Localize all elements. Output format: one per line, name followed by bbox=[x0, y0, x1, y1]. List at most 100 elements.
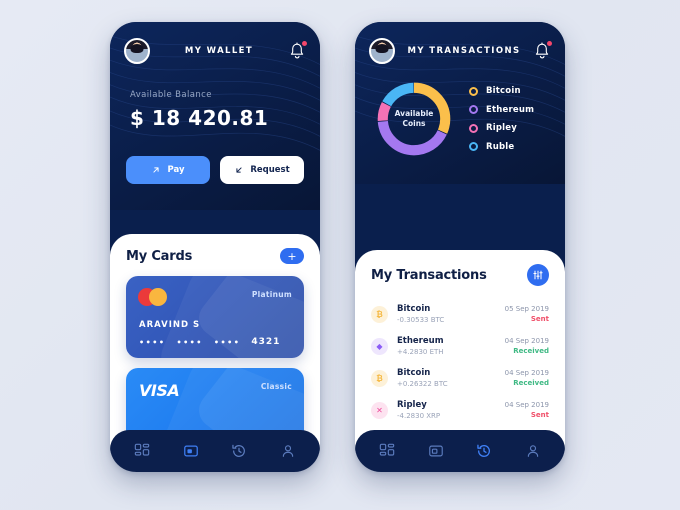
transaction-status: Sent bbox=[530, 411, 549, 419]
wallet-top-bar: MY WALLET bbox=[110, 22, 320, 68]
transactions-top-bar: MY TRANSACTIONS bbox=[355, 22, 565, 68]
history-icon bbox=[477, 444, 491, 457]
transaction-meta: 04 Sep 2019 Received bbox=[505, 337, 549, 355]
legend-item-ripley[interactable]: Ripley bbox=[469, 123, 534, 133]
legend-dot-bitcoin bbox=[469, 86, 478, 96]
arrow-up-right-icon bbox=[153, 167, 160, 173]
transaction-status: Received bbox=[513, 347, 549, 355]
request-button-label: Request bbox=[250, 165, 290, 175]
legend-label: Ethereum bbox=[486, 104, 535, 115]
card-icon bbox=[183, 445, 198, 457]
legend-item-ethereum[interactable]: Ethereum bbox=[469, 105, 534, 115]
my-cards-header: My Cards + bbox=[126, 248, 304, 264]
legend-dot-ripley bbox=[469, 123, 478, 133]
available-coins-chart: Available Coins Bitcoin Ethereum Ripley Rub… bbox=[355, 68, 565, 184]
transaction-row[interactable]: ◆ Ethereum +4.2830 ETH 04 Sep 2019 Received bbox=[371, 330, 549, 362]
my-cards-title: My Cards bbox=[126, 248, 193, 264]
avatar[interactable] bbox=[124, 38, 150, 64]
transaction-date: 04 Sep 2019 bbox=[504, 401, 549, 409]
transaction-amount: +0.26322 BTC bbox=[397, 380, 448, 388]
chart-legend: Bitcoin Ethereum Ripley Ruble bbox=[469, 86, 534, 152]
coin-icon-bitcoin: ₿ bbox=[371, 369, 388, 387]
card-dots-2: •••• bbox=[176, 337, 203, 347]
card-icon bbox=[428, 445, 443, 457]
card-number: •••• •••• •••• 4321 bbox=[139, 337, 280, 347]
nav-qr-grid[interactable] bbox=[129, 438, 155, 464]
donut-chart: Available Coins bbox=[373, 78, 455, 160]
bottom-nav-transactions bbox=[355, 430, 565, 472]
balance-label: Available Balance bbox=[130, 90, 212, 100]
phone-wallet: MY WALLET Available Balance $ 18 420.81 bbox=[110, 22, 320, 472]
transaction-coin: Bitcoin bbox=[397, 368, 431, 378]
donut-center-line2: Coins bbox=[402, 119, 426, 128]
transaction-info: Ripley -4.2830 XRP bbox=[397, 400, 496, 420]
transaction-meta: 04 Sep 2019 Received bbox=[505, 369, 549, 387]
card-mastercard[interactable]: Platinum ARAVIND S •••• •••• •••• 4321 bbox=[126, 276, 304, 358]
pay-button[interactable]: Pay bbox=[126, 156, 210, 184]
transaction-meta: 05 Sep 2019 Sent bbox=[505, 305, 549, 323]
card-tier-label: Classic bbox=[260, 382, 292, 391]
notification-badge-dot bbox=[302, 41, 307, 46]
coin-icon-ripley: ✕ bbox=[371, 401, 388, 419]
donut-center-line1: Available bbox=[394, 108, 434, 118]
qr-grid-icon bbox=[135, 443, 150, 456]
nav-profile[interactable] bbox=[275, 438, 301, 464]
profile-icon bbox=[282, 445, 293, 457]
card-tier-label: Platinum bbox=[251, 290, 292, 299]
legend-label: Ripley bbox=[486, 123, 517, 134]
legend-item-bitcoin[interactable]: Bitcoin bbox=[469, 86, 534, 96]
transaction-amount: +4.2830 ETH bbox=[397, 348, 444, 356]
donut-center-label: Available Coins bbox=[373, 78, 455, 160]
transaction-info: Bitcoin -0.30533 BTC bbox=[397, 304, 496, 324]
filter-button[interactable] bbox=[527, 264, 549, 286]
legend-item-ruble[interactable]: Ruble bbox=[469, 142, 534, 152]
transaction-date: 05 Sep 2019 bbox=[504, 305, 549, 313]
avatar[interactable] bbox=[369, 38, 395, 64]
history-icon bbox=[232, 444, 246, 457]
nav-history[interactable] bbox=[226, 438, 252, 464]
request-button[interactable]: Request bbox=[220, 156, 304, 184]
transaction-status: Received bbox=[513, 379, 549, 387]
transactions-title: My Transactions bbox=[371, 267, 487, 283]
nav-profile[interactable] bbox=[520, 438, 546, 464]
transaction-info: Ethereum +4.2830 ETH bbox=[397, 336, 496, 356]
coin-icon-ethereum: ◆ bbox=[371, 337, 388, 355]
transaction-date: 04 Sep 2019 bbox=[504, 337, 549, 345]
notification-badge-dot bbox=[547, 41, 552, 46]
legend-label: Bitcoin bbox=[486, 86, 521, 97]
transaction-coin: Bitcoin bbox=[397, 304, 431, 314]
pay-button-label: Pay bbox=[167, 165, 185, 175]
transaction-amount: -4.2830 XRP bbox=[397, 412, 441, 420]
transaction-info: Bitcoin +0.26322 BTC bbox=[397, 368, 496, 388]
qr-grid-icon bbox=[380, 443, 395, 456]
transaction-row[interactable]: ✕ Ripley -4.2830 XRP 04 Sep 2019 Sent bbox=[371, 394, 549, 426]
notification-bell-icon[interactable] bbox=[288, 41, 307, 61]
transaction-row[interactable]: ₿ Bitcoin -0.30533 BTC 05 Sep 2019 Sent bbox=[371, 298, 549, 330]
phone-transactions: MY TRANSACTIONS Available Coins Bitcoin … bbox=[355, 22, 565, 472]
visa-logo: VISA bbox=[139, 381, 180, 400]
transaction-amount: -0.30533 BTC bbox=[397, 316, 445, 324]
nav-qr-grid[interactable] bbox=[374, 438, 400, 464]
wallet-header: MY WALLET Available Balance $ 18 420.81 bbox=[110, 22, 320, 210]
legend-dot-ethereum bbox=[469, 105, 478, 115]
balance-block: Available Balance $ 18 420.81 bbox=[110, 68, 320, 156]
card-last4: 4321 bbox=[251, 337, 281, 347]
bottom-nav-wallet bbox=[110, 430, 320, 472]
wallet-actions: Pay Request bbox=[110, 156, 320, 210]
profile-icon bbox=[527, 445, 538, 457]
nav-card[interactable] bbox=[423, 438, 449, 464]
transaction-row[interactable]: ₿ Bitcoin +0.26322 BTC 04 Sep 2019 Received bbox=[371, 362, 549, 394]
arrow-down-left-icon bbox=[236, 167, 242, 173]
card-dots-1: •••• bbox=[139, 337, 166, 347]
nav-card[interactable] bbox=[178, 438, 204, 464]
page-title: MY TRANSACTIONS bbox=[407, 46, 521, 56]
transaction-date: 04 Sep 2019 bbox=[504, 369, 549, 377]
add-card-button[interactable]: + bbox=[280, 248, 304, 264]
legend-label: Ruble bbox=[486, 141, 515, 152]
card-holder-name: ARAVIND S bbox=[139, 320, 201, 330]
page-title: MY WALLET bbox=[184, 46, 254, 56]
balance-amount: $ 18 420.81 bbox=[130, 106, 269, 130]
legend-dot-ruble bbox=[469, 142, 478, 152]
nav-history[interactable] bbox=[471, 438, 497, 464]
notification-bell-icon[interactable] bbox=[533, 41, 552, 61]
